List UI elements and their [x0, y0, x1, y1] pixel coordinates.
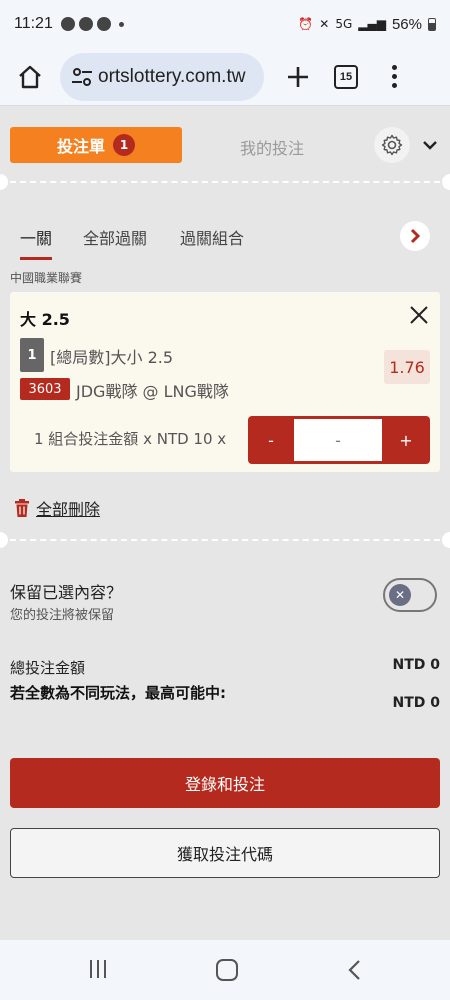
tab-betslip[interactable]: 投注單 1: [10, 127, 182, 163]
battery-icon: [428, 17, 436, 31]
browser-toolbar: ortslottery.com.tw 15: [0, 48, 450, 106]
divider-notch: [0, 532, 8, 548]
plus-icon: [288, 66, 308, 87]
bet-card: 大 2.5 1 [總局數]大小 2.5 1.76 3603 JDG戰隊 @ LN…: [10, 292, 440, 472]
bet-index: 1: [20, 338, 44, 372]
bet-type-tabs: 一關 全部過關 過關組合: [20, 221, 430, 260]
mute-icon: ✕: [319, 17, 330, 31]
trash-icon: [15, 499, 29, 517]
recent-apps-button[interactable]: [90, 960, 112, 980]
battery-percent: 56%: [391, 15, 422, 33]
chevron-down-icon: [423, 141, 437, 150]
stake-label: 1 組合投注金額 x NTD 10 x: [34, 430, 227, 448]
site-settings-icon[interactable]: [70, 66, 96, 88]
network-label: 5G: [335, 17, 353, 31]
gear-icon: [381, 134, 403, 156]
keep-selection-toggle[interactable]: ✕: [383, 578, 437, 612]
tab-single[interactable]: 一關: [20, 225, 53, 260]
stake-amount-input[interactable]: -: [294, 419, 382, 461]
bet-selection: 大 2.5: [20, 310, 70, 329]
new-tab-button[interactable]: [282, 57, 314, 97]
recent-apps-icon: [97, 960, 99, 978]
home-button[interactable]: [10, 57, 50, 97]
delete-all-label: 全部刪除: [36, 500, 101, 519]
home-nav-button[interactable]: [216, 959, 238, 981]
match-name: JDG戰隊 @ LNG戰隊: [76, 382, 229, 401]
tab-all-parlay[interactable]: 全部過關: [83, 225, 147, 257]
delete-all-button[interactable]: 全部刪除: [14, 496, 100, 520]
recent-apps-icon: [104, 960, 106, 978]
stake-stepper: - - +: [248, 416, 430, 464]
collapse-button[interactable]: [420, 135, 440, 155]
recent-apps-icon: [90, 960, 92, 978]
keep-selection-title: 保留已選內容？: [10, 583, 123, 602]
menu-dot-icon: [391, 74, 397, 79]
max-win-label: 若全數為不同玩法，最高可能中:: [10, 684, 227, 702]
chrome-notification-icon-2: [96, 17, 111, 31]
divider-line: [10, 181, 440, 183]
login-and-bet-button[interactable]: 登錄和投注: [10, 758, 440, 808]
chevron-right-icon: [410, 228, 421, 244]
tab-parlay-combo[interactable]: 過關組合: [180, 225, 244, 257]
keep-selection-subtitle: 您的投注將被保留: [10, 608, 115, 623]
chrome-notification-icon: [60, 17, 75, 31]
total-stake-label: 總投注金額: [10, 659, 86, 677]
menu-dot-icon: [391, 83, 397, 88]
status-bar: 11:21 ⏰ ✕ 5G ▂▄▆ 56%: [0, 0, 450, 48]
league-name: 中國職業聯賽: [10, 271, 83, 285]
decrease-stake-button[interactable]: -: [248, 416, 294, 464]
remove-bet-button[interactable]: [408, 304, 430, 326]
url-text: ortslottery.com.tw: [98, 65, 246, 87]
divider-line: [10, 539, 440, 541]
divider-notch: [0, 174, 8, 190]
total-stake-value: NTD 0: [392, 657, 440, 673]
alarm-icon: ⏰: [298, 17, 314, 31]
divider-notch: [442, 532, 450, 548]
browser-menu-button[interactable]: [384, 57, 404, 97]
back-button[interactable]: [345, 958, 365, 982]
system-nav-bar: [0, 940, 450, 1000]
divider-notch: [442, 174, 450, 190]
more-notifications-icon: [118, 21, 124, 27]
line-notification-icon: [78, 17, 93, 31]
divider: [0, 532, 450, 548]
divider: [0, 174, 450, 190]
toggle-off-icon: ✕: [389, 584, 411, 606]
tab-betslip-label: 投注單: [56, 137, 105, 156]
signal-icon: ▂▄▆: [358, 17, 386, 31]
get-bet-code-button[interactable]: 獲取投注代碼: [10, 828, 440, 878]
status-right: ⏰ ✕ 5G ▂▄▆ 56%: [298, 16, 436, 33]
betslip-count-badge: 1: [113, 134, 135, 156]
max-win-value: NTD 0: [392, 695, 440, 711]
home-icon: [19, 65, 41, 88]
bet-market: [總局數]大小 2.5: [50, 348, 174, 367]
tab-switcher-button[interactable]: 15: [334, 64, 358, 89]
betslip-page: 投注單 1 我的投注 一關 全部過關 過關組合 中國職業聯賽 大 2.5 1 […: [0, 107, 450, 940]
settings-button[interactable]: [374, 127, 410, 163]
address-bar[interactable]: ortslottery.com.tw: [60, 52, 264, 101]
betslip-header: 投注單 1 我的投注: [10, 127, 440, 163]
next-tabs-button[interactable]: [400, 221, 430, 251]
increase-stake-button[interactable]: +: [382, 416, 430, 464]
status-time: 11:21: [14, 15, 53, 32]
tab-my-bets[interactable]: 我的投注: [240, 135, 304, 159]
bet-odds: 1.76: [384, 350, 430, 384]
match-code: 3603: [20, 378, 70, 400]
menu-dot-icon: [391, 65, 397, 70]
